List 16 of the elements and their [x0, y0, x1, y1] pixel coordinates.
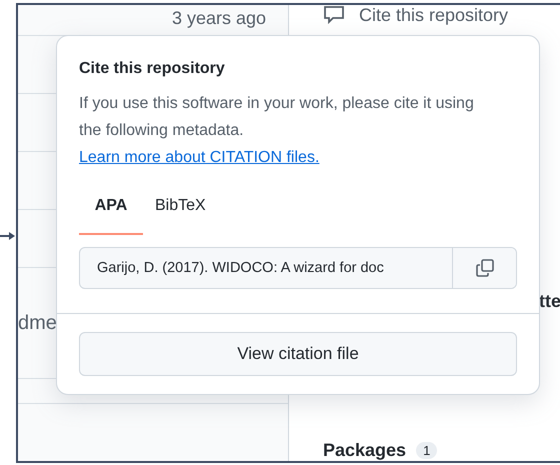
popover-title: Cite this repository — [79, 60, 226, 78]
packages-count: 1 — [416, 442, 438, 459]
file-name-fragment: dme — [18, 312, 57, 334]
citation-tab[interactable]: APA — [79, 181, 143, 235]
heading-fragment: tte — [539, 291, 560, 312]
citation-field[interactable]: Garijo, D. (2017). WIDOCO: A wizard for doc — [79, 247, 517, 289]
view-citation-button[interactable]: View citation file — [79, 332, 517, 376]
timestamp: 3 years ago — [172, 8, 266, 28]
packages-heading: Packages — [323, 440, 406, 461]
copy-icon — [474, 258, 494, 278]
comment-icon — [323, 5, 345, 25]
cite-repository-button[interactable]: Cite this repository — [359, 5, 508, 26]
description: If you use this software in your work, please cite it using the following metadata. Learn more about CITATION files. — [79, 94, 475, 168]
copy-button[interactable] — [452, 248, 516, 288]
citation-tab[interactable]: BibTeX — [143, 181, 218, 235]
citation-files-link[interactable]: Learn more about CITATION files. — [79, 149, 320, 166]
